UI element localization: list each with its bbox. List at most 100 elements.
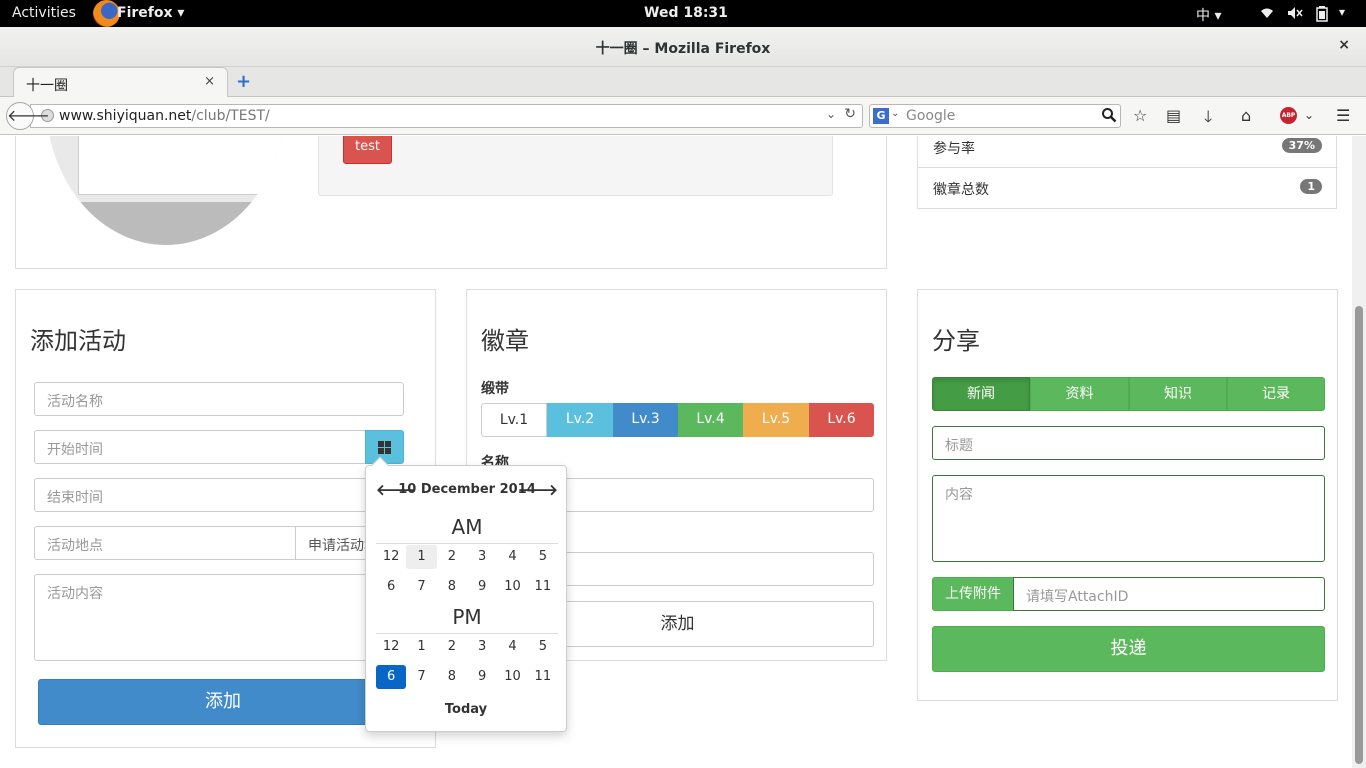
am-hour-cell[interactable]: 11 [528, 575, 558, 599]
window-title: 十一圈 – Mozilla Firefox [595, 41, 771, 57]
page-scrollbar[interactable] [1352, 136, 1366, 768]
scrollbar-thumb[interactable] [1355, 306, 1363, 764]
stat-badge: 1 [1300, 179, 1322, 194]
google-engine-icon[interactable]: G [873, 108, 889, 124]
attach-id-input[interactable]: 请填写AttachID [1013, 577, 1325, 611]
level-5-button[interactable]: Lv.5 [743, 403, 809, 437]
pm-hour-cell[interactable]: 11 [528, 665, 558, 689]
start-time-picker-button[interactable] [365, 430, 404, 464]
url-path: /club/TEST/ [191, 108, 270, 124]
search-input[interactable]: Google [906, 108, 955, 124]
share-submit-button[interactable]: 投递 [932, 626, 1325, 672]
end-time-input[interactable]: 结束时间 [34, 478, 404, 512]
volume-icon[interactable] [1287, 6, 1303, 20]
activity-name-input[interactable]: 活动名称 [34, 382, 404, 416]
am-hour-cell[interactable]: 4 [497, 545, 527, 569]
panel-title: 徽章 [481, 327, 529, 355]
app-menu-label: Firefox [117, 5, 173, 21]
app-menu[interactable]: Firefox ▾ [117, 5, 184, 21]
level-2-button[interactable]: Lv.2 [547, 403, 613, 437]
wifi-icon[interactable] [1260, 6, 1274, 20]
pm-hour-cell[interactable]: 5 [528, 635, 558, 659]
picker-header: 🡐 10 December 2014 🡒 [366, 480, 568, 500]
share-content-textarea[interactable]: 内容 [932, 475, 1325, 562]
stat-label: 参与率 [933, 141, 975, 157]
home-icon[interactable]: ⌂ [1241, 106, 1251, 125]
chevron-down-icon: ▾ [177, 5, 185, 21]
stat-label: 徽章总数 [933, 182, 989, 198]
battery-icon[interactable] [1316, 6, 1330, 22]
download-icon[interactable]: 🡓 [1204, 106, 1212, 133]
input-method-menu[interactable]: 中 ▾ [1196, 5, 1221, 25]
adblock-icon[interactable]: ABP [1280, 107, 1297, 124]
start-time-input[interactable]: 开始时间 [34, 430, 366, 464]
url-bar[interactable]: www.shiyiquan.net/club/TEST/ ⌄ ↻ [30, 104, 863, 128]
location-input[interactable]: 活动地点 [34, 526, 296, 560]
calendar-grid-icon [378, 441, 391, 454]
pm-hour-cell[interactable]: 8 [437, 665, 467, 689]
url-history-chevron-icon[interactable]: ⌄ [826, 107, 836, 121]
pm-hour-cell[interactable]: 3 [467, 635, 497, 659]
pm-hour-cell[interactable]: 12 [376, 635, 406, 659]
share-tab-records[interactable]: 记录 [1227, 377, 1325, 411]
am-hour-cell[interactable]: 10 [497, 575, 527, 599]
url-text: www.shiyiquan.net/club/TEST/ [59, 108, 270, 124]
share-tab-materials[interactable]: 资料 [1030, 377, 1129, 411]
level-1-button[interactable]: Lv.1 [481, 403, 547, 437]
stat-badge: 37% [1281, 138, 1322, 153]
am-hour-cell[interactable]: 8 [437, 575, 467, 599]
pm-hour-cell[interactable]: 9 [467, 665, 497, 689]
activities-button[interactable]: Activities [12, 5, 76, 21]
level-6-button[interactable]: Lv.6 [809, 403, 874, 437]
search-icon[interactable] [1101, 107, 1117, 127]
tag-test-button[interactable]: test [343, 136, 392, 164]
pm-hour-cell[interactable]: 7 [406, 665, 436, 689]
pm-hour-cell[interactable]: 6 [376, 665, 407, 689]
panel-title: 添加活动 [30, 327, 126, 355]
level-3-button[interactable]: Lv.3 [613, 403, 678, 437]
datetime-picker: 🡐 10 December 2014 🡒 AM 12 1 2 3 4 5 6 7 8 9 10 11 … [365, 456, 568, 732]
club-photo [46, 136, 286, 245]
photo-footer [46, 202, 286, 245]
bookmark-star-icon[interactable]: ☆ [1133, 106, 1147, 125]
adblock-chevron-icon[interactable]: ⌄ [1304, 108, 1314, 122]
pm-hour-cell[interactable]: 10 [497, 665, 527, 689]
hamburger-menu-icon[interactable]: ☰ [1336, 106, 1350, 125]
level-4-button[interactable]: Lv.4 [678, 403, 743, 437]
clock[interactable]: Wed 18:31 [644, 5, 728, 21]
pm-hour-cell[interactable]: 1 [406, 635, 436, 659]
am-hour-cell[interactable]: 5 [528, 545, 558, 569]
am-hour-cell[interactable]: 9 [467, 575, 497, 599]
am-hour-cell[interactable]: 7 [406, 575, 436, 599]
close-tab-icon[interactable]: × [204, 74, 215, 89]
today-button[interactable]: Today [366, 702, 566, 717]
search-bar[interactable]: G ⌄ Google [869, 104, 1121, 128]
am-hour-cell[interactable]: 2 [437, 545, 467, 569]
close-window-button[interactable]: × [1338, 37, 1350, 53]
reading-list-icon[interactable]: ▤ [1166, 106, 1181, 125]
am-hour-cell[interactable]: 6 [376, 575, 406, 599]
browser-tab[interactable]: 十一圈 × [13, 67, 228, 98]
share-tab-news[interactable]: 新闻 [932, 377, 1030, 411]
am-hour-cell[interactable]: 12 [376, 545, 406, 569]
activity-content-textarea[interactable]: 活动内容 [34, 574, 404, 661]
upload-attachment-button[interactable]: 上传附件 [932, 577, 1014, 611]
am-hours: 12 1 2 3 4 5 6 7 8 9 10 11 [376, 545, 558, 599]
pm-hour-cell[interactable]: 4 [497, 635, 527, 659]
tab-title: 十一圈 [26, 78, 68, 94]
new-tab-button[interactable]: + [236, 71, 251, 92]
system-menu-chevron-icon[interactable]: ▾ [1339, 5, 1353, 19]
share-title-input[interactable]: 标题 [932, 426, 1325, 460]
next-arrow-icon[interactable]: 🡒 [518, 480, 558, 499]
pm-hour-cell[interactable]: 2 [437, 635, 467, 659]
back-button[interactable]: 🡐 [6, 102, 50, 130]
navigation-toolbar: www.shiyiquan.net/club/TEST/ ⌄ ↻ 🡐 G ⌄ G… [0, 97, 1366, 135]
am-hour-cell[interactable]: 3 [467, 545, 497, 569]
am-hour-cell[interactable]: 1 [406, 545, 437, 569]
engine-chevron-icon[interactable]: ⌄ [891, 108, 899, 119]
tab-strip: 十一圈 × + [0, 67, 1366, 98]
page-content: test 参与率 37% 徽章总数 1 添加活动 活动名称 开始时间 结束时间 … [0, 136, 1352, 768]
add-activity-submit-button[interactable]: 添加 [38, 679, 408, 725]
reload-icon[interactable]: ↻ [844, 106, 856, 122]
share-tab-knowledge[interactable]: 知识 [1129, 377, 1227, 411]
